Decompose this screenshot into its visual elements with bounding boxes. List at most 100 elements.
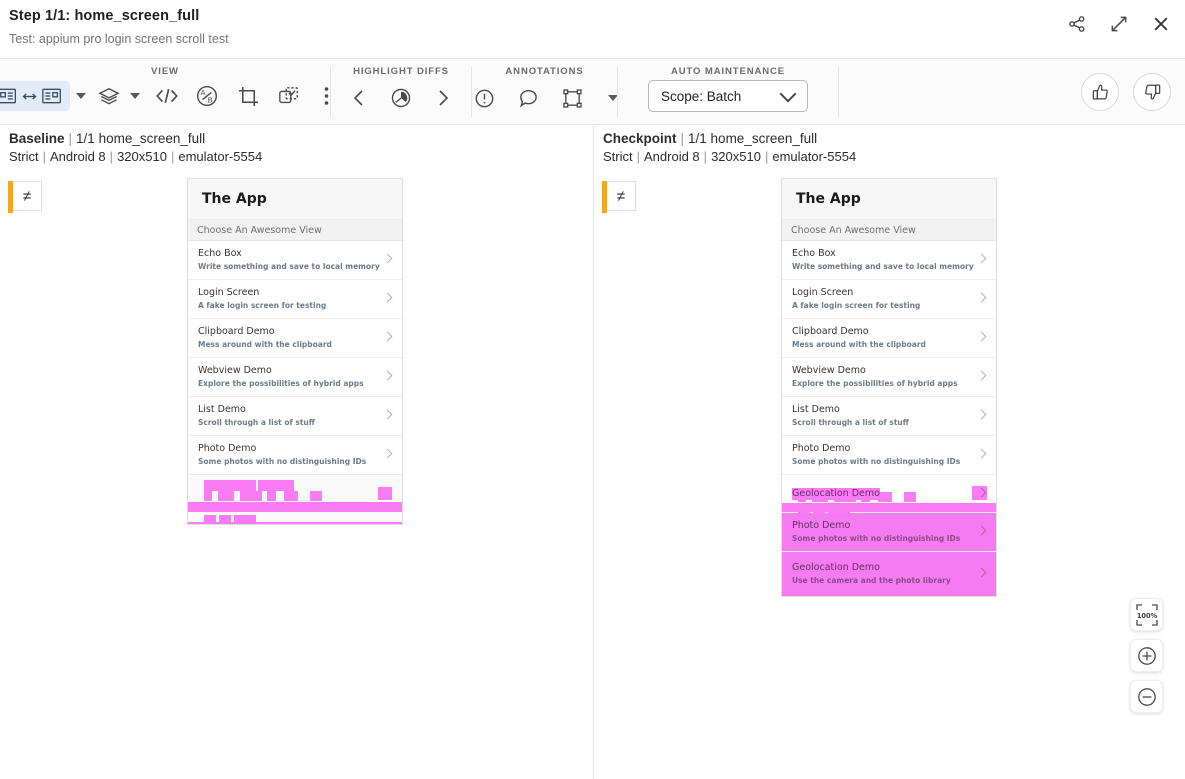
checkpoint-meta-device: emulator-5554: [772, 149, 857, 164]
view-mode-dropdown-caret[interactable]: [75, 93, 86, 99]
checkpoint-diff-flag[interactable]: ≠: [602, 181, 636, 213]
list-item[interactable]: Echo Box Write something and save to loc…: [188, 241, 402, 280]
view-mode-right[interactable]: [37, 83, 67, 109]
list-item-diff[interactable]: Geolocation Demo: [782, 475, 996, 513]
list-item-sub: Use the camera and the photo library: [792, 576, 951, 585]
list-item[interactable]: Clipboard Demo Mess around with the clip…: [188, 319, 402, 358]
region-select-button[interactable]: [274, 81, 304, 111]
add-comment-button[interactable]: [514, 83, 544, 113]
highlight-diffs-toggle-button[interactable]: [386, 83, 416, 113]
share-icon: [1069, 16, 1085, 32]
crop-button[interactable]: [234, 81, 264, 111]
checkpoint-pane: Checkpoint | 1/1 home_screen_full Strict | A…: [594, 126, 1185, 779]
checkpoint-row-list: Echo Box Write something and save to loc…: [782, 241, 996, 596]
list-item[interactable]: Photo Demo Some photos with no distingui…: [782, 436, 996, 475]
alert-circle-icon: [475, 89, 494, 107]
next-diff-button[interactable]: [428, 83, 458, 113]
not-equal-icon: ≠: [22, 187, 32, 205]
baseline-title: Baseline | 1/1 home_screen_full: [9, 131, 206, 146]
chevron-left-icon: [353, 90, 363, 106]
highlight-diffs-buttons: [344, 83, 458, 113]
checkpoint-meta: Strict | Android 8 | 320x510 | emulator-5554: [603, 149, 857, 164]
view-mode-left[interactable]: [0, 83, 22, 109]
zoom-controls: 100%: [1130, 598, 1163, 713]
list-item-sub: Write something and save to local memory: [792, 262, 974, 271]
baseline-meta-match: Strict: [9, 149, 39, 164]
side-by-side-toggle[interactable]: [0, 81, 70, 111]
zoom-in-button[interactable]: [1130, 639, 1163, 672]
baseline-meta-device: emulator-5554: [178, 149, 263, 164]
list-item[interactable]: List Demo Scroll through a list of stuff: [782, 397, 996, 436]
toolbar-group-auto-maintenance: AUTO MAINTENANCE Scope: Batch: [618, 59, 838, 125]
zoom-fit-button[interactable]: 100%: [1130, 598, 1163, 631]
chevron-right-icon: [976, 487, 987, 497]
toolbar: VIEW A B HIGHLIGHT DIFFS ANNOTATIONS AUT…: [0, 58, 1185, 125]
layers-icon: [97, 87, 120, 105]
toolbar-group-annotations: ANNOTATIONS: [470, 59, 620, 125]
code-button[interactable]: [152, 81, 182, 111]
list-item-sub: Scroll through a list of stuff: [198, 418, 315, 427]
list-item[interactable]: Echo Box Write something and save to loc…: [782, 241, 996, 280]
layers-dropdown-caret[interactable]: [129, 93, 140, 99]
list-item[interactable]: Webview Demo Explore the possibilities o…: [188, 358, 402, 397]
share-button[interactable]: [1063, 10, 1091, 38]
header-actions: [1063, 10, 1175, 38]
checkpoint-step-label: 1/1 home_screen_full: [688, 131, 818, 146]
list-item-sub: A fake login screen for testing: [198, 301, 327, 310]
list-item-sub: Explore the possibilities of hybrid apps: [198, 379, 364, 388]
baseline-pane: Baseline | 1/1 home_screen_full Strict | And…: [0, 126, 593, 779]
region-select-icon: [278, 87, 298, 104]
add-issue-button[interactable]: [470, 83, 500, 113]
list-item[interactable]: List Demo Scroll through a list of stuff: [188, 397, 402, 436]
list-item-sub: Some photos with no distinguishing IDs: [792, 534, 961, 543]
checkpoint-kind-label: Checkpoint: [603, 131, 677, 146]
chevron-down-icon: [779, 85, 797, 103]
toolbar-group-highlight-diffs: HIGHLIGHT DIFFS: [331, 59, 471, 125]
side-by-side-alt-icon: [41, 88, 61, 104]
list-item-diff[interactable]: Photo Demo Some photos with no distingui…: [782, 505, 996, 552]
baseline-kind-label: Baseline: [9, 131, 65, 146]
view-group-buttons: A B: [0, 81, 342, 111]
list-item[interactable]: Photo Demo Some photos with no distingui…: [188, 436, 402, 475]
list-item-title: Photo Demo: [792, 443, 851, 454]
add-region-button[interactable]: [558, 83, 588, 113]
svg-text:100%: 100%: [1136, 612, 1157, 620]
ab-compare-button[interactable]: A B: [192, 81, 222, 111]
checkpoint-screenshot[interactable]: The App Choose An Awesome View Echo Box …: [782, 179, 996, 596]
list-item-sub: Some photos with no distinguishing IDs: [198, 457, 367, 466]
annotations-dropdown-caret[interactable]: [607, 95, 618, 101]
page-title: Step 1/1: home_screen_full: [9, 8, 200, 24]
checkpoint-meta-os: Android 8: [644, 149, 700, 164]
zoom-in-icon: [1137, 646, 1156, 665]
list-item[interactable]: Login Screen A fake login screen for tes…: [188, 280, 402, 319]
auto-maintenance-label: AUTO MAINTENANCE: [671, 66, 785, 77]
thumbs-down-button[interactable]: [1133, 73, 1171, 111]
thumbs-up-button[interactable]: [1081, 73, 1119, 111]
region-handles-icon: [563, 88, 582, 108]
prev-diff-button[interactable]: [344, 83, 374, 113]
list-item[interactable]: Webview Demo Explore the possibilities o…: [782, 358, 996, 397]
scope-dropdown[interactable]: Scope: Batch: [648, 80, 808, 112]
list-item-sub: Write something and save to local memory: [198, 262, 380, 271]
annotations-label: ANNOTATIONS: [505, 66, 584, 77]
chevron-right-icon: [439, 90, 449, 106]
list-item[interactable]: Login Screen A fake login screen for tes…: [782, 280, 996, 319]
zoom-out-button[interactable]: [1130, 680, 1163, 713]
code-icon: [155, 88, 178, 104]
baseline-diff-flag[interactable]: ≠: [8, 181, 42, 213]
list-item-title: Webview Demo: [198, 365, 272, 376]
baseline-screenshot[interactable]: The App Choose An Awesome View Echo Box …: [188, 179, 402, 524]
close-icon: [1154, 17, 1168, 31]
annotations-buttons: [470, 83, 620, 113]
list-item-diff[interactable]: Geolocation Demo Use the camera and the …: [782, 552, 996, 596]
thumbs-up-icon: [1092, 84, 1108, 100]
close-button[interactable]: [1147, 10, 1175, 38]
expand-button[interactable]: [1105, 10, 1133, 38]
list-item-title: Photo Demo: [792, 520, 851, 531]
list-item-title: Clipboard Demo: [198, 326, 275, 337]
view-group-label: VIEW: [151, 66, 179, 77]
highlight-diffs-label: HIGHLIGHT DIFFS: [353, 66, 449, 77]
layers-button[interactable]: [94, 81, 124, 111]
list-item-title: Login Screen: [198, 287, 260, 298]
list-item[interactable]: Clipboard Demo Mess around with the clip…: [782, 319, 996, 358]
